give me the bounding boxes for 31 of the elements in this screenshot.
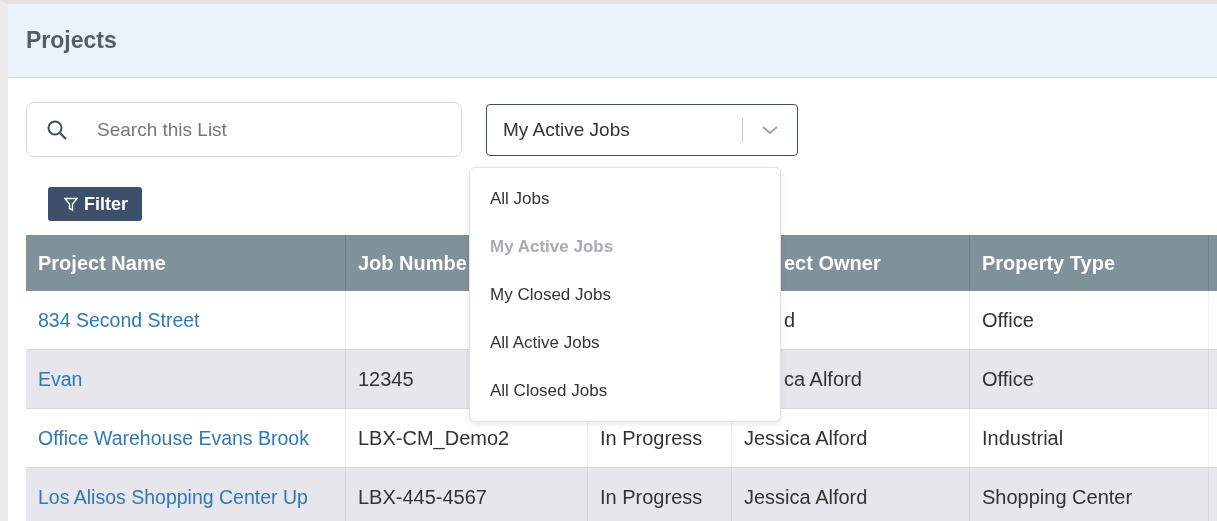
dropdown-option[interactable]: All Closed Jobs	[470, 367, 780, 415]
table-cell: LBX-445-4567	[358, 485, 487, 509]
chevron-down-icon	[761, 124, 779, 135]
column-header: Project Name	[38, 251, 166, 275]
table-cell: In Progress	[600, 426, 703, 450]
dropdown-option[interactable]: All Active Jobs	[470, 319, 780, 367]
project-link[interactable]: Office Warehouse Evans Brook	[38, 426, 309, 450]
table-cell: ca Alford	[784, 367, 862, 391]
table-cell: Office	[982, 308, 1034, 332]
table-cell: LBX-CM_Demo2	[358, 426, 510, 450]
page-title: Projects	[26, 27, 117, 54]
column-header: Job Numbe	[358, 251, 467, 275]
dropdown-option[interactable]: My Closed Jobs	[470, 271, 780, 319]
column-header: Property Type	[982, 251, 1115, 275]
table-cell: Shopping Center	[982, 485, 1133, 509]
table-cell: Industrial	[982, 426, 1064, 450]
search-field[interactable]: Search this List	[26, 102, 462, 157]
table-cell: Office	[982, 367, 1034, 391]
view-select[interactable]: My Active Jobs	[486, 103, 798, 156]
column-header: ect Owner	[784, 251, 881, 275]
table-cell: 12345	[358, 367, 414, 391]
funnel-icon	[64, 196, 78, 212]
dropdown-option[interactable]: All Jobs	[470, 175, 780, 223]
project-link[interactable]: Evan	[38, 367, 83, 391]
table-cell: d	[784, 308, 796, 332]
table-cell: Jessica Alford	[744, 426, 868, 450]
table-cell: In Progress	[600, 485, 703, 509]
project-link[interactable]: 834 Second Street	[38, 308, 200, 332]
project-link[interactable]: Los Alisos Shopping Center Up	[38, 485, 308, 509]
table-cell: Jessica Alford	[744, 485, 868, 509]
filter-button[interactable]: Filter	[48, 187, 142, 221]
